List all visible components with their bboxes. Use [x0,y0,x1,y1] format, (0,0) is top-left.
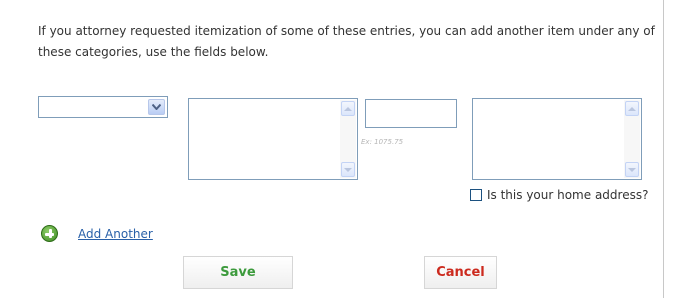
amount-input[interactable] [365,99,457,128]
instructions-text: If you attorney requested itemization of… [38,24,655,59]
description-scrollbar[interactable] [340,100,356,178]
home-address-option[interactable]: Is this your home address? [470,188,648,202]
scroll-up-icon[interactable] [625,101,639,116]
add-another-link[interactable]: Add Another [78,227,153,241]
address-scrollbar[interactable] [624,100,640,178]
form-panel: If you attorney requested itemization of… [0,0,664,298]
save-button[interactable]: Save [183,256,293,289]
amount-hint: Ex: 1075.75 [361,138,404,146]
home-address-checkbox[interactable] [470,189,482,201]
description-textarea[interactable] [188,98,358,180]
plus-circle-icon[interactable] [41,225,58,242]
scroll-down-icon[interactable] [341,162,355,177]
add-another-row[interactable]: Add Another [41,225,153,242]
cancel-button[interactable]: Cancel [424,256,497,289]
scroll-up-icon[interactable] [341,101,355,116]
home-address-label: Is this your home address? [487,188,649,202]
scroll-down-icon[interactable] [625,162,639,177]
address-textarea[interactable] [472,98,642,180]
chevron-down-icon[interactable] [148,99,165,115]
category-select[interactable] [38,96,168,118]
